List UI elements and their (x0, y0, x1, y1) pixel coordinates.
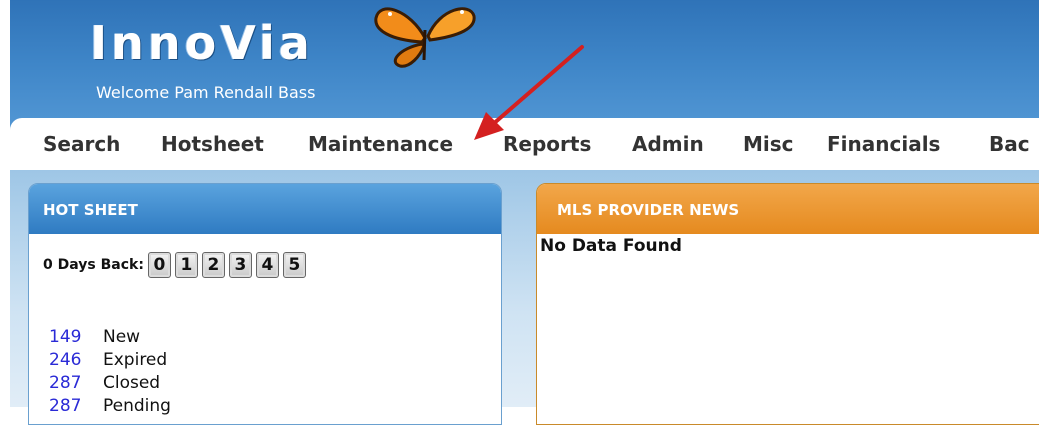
no-data-message: No Data Found (540, 236, 682, 256)
status-label-expired: Expired (103, 350, 168, 370)
days-back-row: 0 Days Back: 0 1 2 3 4 5 (43, 252, 306, 278)
day-button-5[interactable]: 5 (282, 252, 306, 278)
nav-item-maintenance[interactable]: Maintenance (308, 132, 453, 156)
nav-item-reports[interactable]: Reports (503, 132, 591, 156)
list-item: 287 Closed (49, 372, 171, 395)
nav-item-misc[interactable]: Misc (743, 132, 794, 156)
nav-item-back[interactable]: Bac (989, 132, 1030, 156)
day-button-4[interactable]: 4 (255, 252, 279, 278)
nav-item-admin[interactable]: Admin (632, 132, 704, 156)
welcome-message: Welcome Pam Rendall Bass (96, 83, 316, 102)
list-item: 246 Expired (49, 349, 171, 372)
nav-item-search[interactable]: Search (43, 132, 120, 156)
provider-news-title: MLS PROVIDER NEWS (537, 184, 1039, 234)
status-label-new: New (103, 327, 141, 347)
nav-item-financials[interactable]: Financials (827, 132, 940, 156)
status-label-pending: Pending (103, 396, 171, 416)
day-button-3[interactable]: 3 (228, 252, 252, 278)
nav-item-hotsheet[interactable]: Hotsheet (161, 132, 264, 156)
count-link-closed[interactable]: 287 (49, 372, 103, 395)
list-item: 149 New (49, 326, 171, 349)
provider-news-panel: MLS PROVIDER NEWS No Data Found (536, 183, 1039, 425)
days-back-label: 0 Days Back: (43, 257, 144, 273)
app-logo: InnoVia (90, 16, 314, 70)
main-nav: Search Hotsheet Maintenance Reports Admi… (10, 118, 1039, 172)
day-button-0[interactable]: 0 (147, 252, 171, 278)
app-header: InnoVia Welcome Pam Rendall Bass (10, 0, 1039, 118)
hotsheet-list: 149 New 246 Expired 287 Closed 287 Pending (49, 326, 171, 418)
day-button-2[interactable]: 2 (201, 252, 225, 278)
status-label-closed: Closed (103, 373, 161, 393)
butterfly-logo-icon (374, 7, 476, 68)
count-link-new[interactable]: 149 (49, 326, 103, 349)
hotsheet-panel: HOT SHEET 0 Days Back: 0 1 2 3 4 5 149 Ne… (28, 183, 502, 425)
day-button-1[interactable]: 1 (174, 252, 198, 278)
count-link-expired[interactable]: 246 (49, 349, 103, 372)
hotsheet-title: HOT SHEET (29, 184, 501, 234)
